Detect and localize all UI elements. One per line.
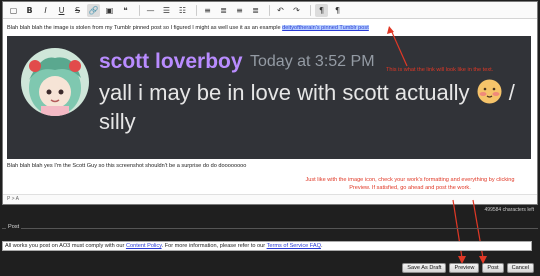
link-icon[interactable]: 🔗 [87, 3, 100, 17]
discord-message: yall i may be in love with scott actuall… [99, 78, 519, 136]
character-counter: 499584 characters left [484, 207, 534, 213]
align-center-icon[interactable]: ≣ [217, 4, 230, 17]
annotation-arrow [387, 26, 408, 67]
underline-icon[interactable]: U [55, 4, 68, 17]
toolbar-separator [310, 4, 311, 16]
toolbar-separator [269, 4, 270, 16]
horizontal-rule-icon[interactable]: — [144, 4, 157, 17]
align-right-icon[interactable]: ≡ [233, 4, 246, 17]
source-code-icon[interactable]: ▢ [7, 4, 20, 17]
tos-faq-link[interactable]: Terms of Service FAQ [267, 243, 321, 249]
undo-icon[interactable]: ↶ [274, 4, 287, 17]
annotation-note: Just like with the image icon, check you… [305, 177, 515, 191]
strikethrough-icon[interactable]: S [71, 4, 84, 17]
message-text: yall i may be in love with scott actuall… [99, 80, 470, 105]
italic-icon[interactable]: I [39, 4, 52, 17]
blushing-face-emoji-icon [476, 78, 503, 105]
tumblr-post-link[interactable]: deityoftherain's pinned Tumblr post [282, 25, 369, 31]
post-legend: Post [6, 224, 22, 230]
policy-text: All works you post on AO3 must comply wi… [5, 243, 126, 249]
discord-username: scott loverboy [99, 50, 243, 73]
cancel-button[interactable]: Cancel [506, 263, 534, 273]
discord-screenshot-image: scott loverboy Today at 3:52 PM yall i m… [7, 36, 531, 159]
policy-text: . [320, 243, 323, 249]
discord-timestamp: Today at 3:52 PM [250, 53, 375, 70]
content-policy-link[interactable]: Content Policy [126, 243, 162, 249]
post-actions: Save As Draft Preview Post Cancel [402, 263, 534, 273]
content-policy-notice: All works you post on AO3 must comply wi… [2, 241, 532, 251]
editor-toolbar: ▢ B I U S 🔗 ▣ ❝ — ☰ ☷ ≡ ≣ ≡ ≣ ↶ ↷ ¶ ¶ [3, 2, 537, 19]
preview-button[interactable]: Preview [449, 263, 480, 273]
align-justify-icon[interactable]: ≣ [249, 4, 262, 17]
paragraph-icon[interactable]: ¶ [315, 3, 328, 17]
save-as-draft-button[interactable]: Save As Draft [402, 263, 447, 273]
editor-paragraph: Blah blah blah the image is stolen from … [7, 25, 369, 31]
post-button[interactable]: Post [482, 263, 504, 273]
redo-icon[interactable]: ↷ [290, 4, 303, 17]
rich-text-editor[interactable]: ▢ B I U S 🔗 ▣ ❝ — ☰ ☷ ≡ ≣ ≡ ≣ ↶ ↷ ¶ ¶ Bl… [2, 1, 538, 205]
paragraph-text: Blah blah blah the image is stolen from … [7, 25, 283, 31]
toolbar-separator [196, 4, 197, 16]
numbered-list-icon[interactable]: ☷ [176, 4, 189, 17]
editor-content[interactable]: Blah blah blah the image is stolen from … [3, 20, 537, 196]
align-left-icon[interactable]: ≡ [201, 4, 214, 17]
quote-icon[interactable]: ❝ [119, 4, 132, 17]
bold-icon[interactable]: B [23, 4, 36, 17]
policy-text: . For more information, please refer to … [161, 243, 267, 249]
text-direction-icon[interactable]: ¶ [331, 4, 344, 17]
toolbar-separator [139, 4, 140, 16]
avatar [21, 48, 89, 116]
editor-paragraph: Blah blah blah yes I'm the Scott Guy so … [7, 163, 247, 169]
bullet-list-icon[interactable]: ☰ [160, 4, 173, 17]
image-icon[interactable]: ▣ [103, 4, 116, 17]
